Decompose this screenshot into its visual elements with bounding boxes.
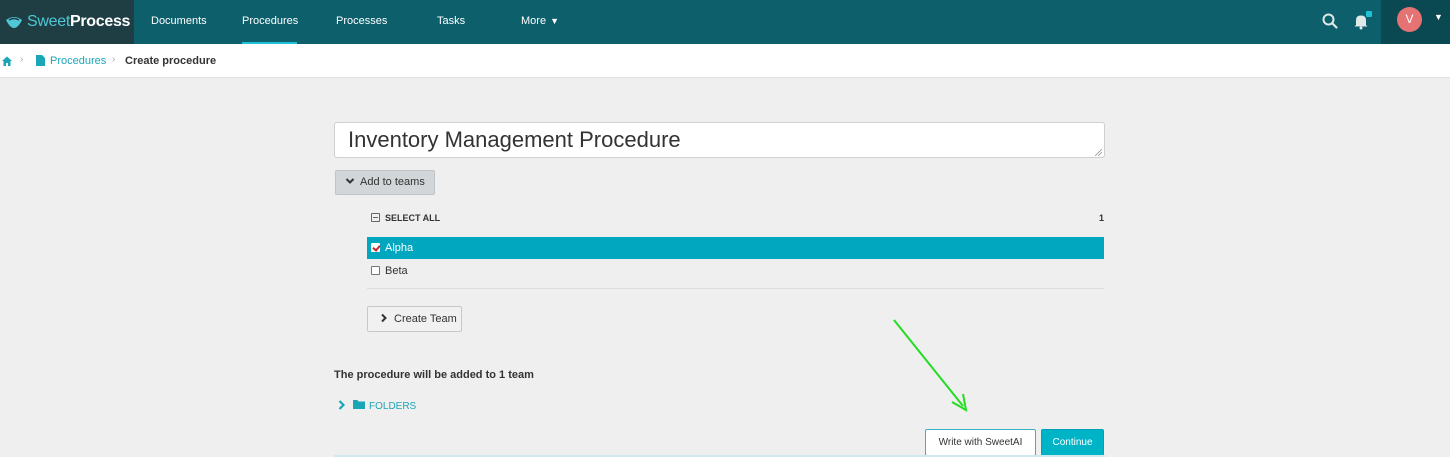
checkbox-icon[interactable] xyxy=(371,266,380,275)
chevron-right-icon xyxy=(338,400,346,410)
divider xyxy=(367,288,1104,289)
continue-button[interactable]: Continue xyxy=(1041,429,1104,456)
user-chevron-down-icon[interactable]: ▼ xyxy=(1434,12,1443,22)
create-team-label: Create Team xyxy=(394,313,457,325)
checkbox-checked-icon[interactable] xyxy=(371,243,380,252)
chevron-down-icon: ▼ xyxy=(550,16,559,26)
notification-badge xyxy=(1366,11,1372,17)
home-icon[interactable] xyxy=(1,55,13,67)
breadcrumb-separator: › xyxy=(112,54,116,65)
chevron-right-icon xyxy=(381,313,387,323)
team-row-alpha[interactable]: Alpha xyxy=(367,237,1104,259)
selected-count: 1 xyxy=(1099,213,1105,223)
breadcrumb-current: Create procedure xyxy=(125,55,217,67)
nav-procedures[interactable]: Procedures xyxy=(242,0,298,44)
select-all-label: SELECT ALL xyxy=(385,213,441,223)
add-to-teams-label: Add to teams xyxy=(360,176,425,188)
top-navigation-bar: SweetProcess Documents Procedures Proces… xyxy=(0,0,1450,44)
nav-more-label: More xyxy=(521,15,547,27)
minus-square-icon xyxy=(371,213,380,222)
folders-label: FOLDERS xyxy=(369,401,417,412)
folders-toggle[interactable]: FOLDERS xyxy=(337,400,416,412)
logo-text: SweetProcess xyxy=(27,13,131,30)
document-icon xyxy=(36,55,45,66)
team-name: Alpha xyxy=(385,242,414,254)
app-logo[interactable]: SweetProcess xyxy=(0,0,134,44)
search-icon[interactable] xyxy=(1321,12,1339,30)
select-all-toggle[interactable]: SELECT ALL xyxy=(371,213,440,223)
nav-more[interactable]: More ▼ xyxy=(521,0,559,44)
sweetprocess-logo-icon xyxy=(6,17,22,28)
resize-handle-icon[interactable] xyxy=(1095,149,1102,156)
procedure-title-input[interactable]: Inventory Management Procedure xyxy=(334,122,1105,158)
avatar[interactable]: V xyxy=(1397,7,1422,32)
nav-documents[interactable]: Documents xyxy=(151,0,207,44)
folder-icon xyxy=(353,400,365,409)
team-name: Beta xyxy=(385,265,408,277)
team-row-beta[interactable]: Beta xyxy=(367,260,1104,282)
breadcrumb: › Procedures › Create procedure xyxy=(0,44,1450,78)
add-to-teams-button[interactable]: Add to teams xyxy=(335,170,435,195)
nav-processes[interactable]: Processes xyxy=(336,0,387,44)
write-with-sweetai-button[interactable]: Write with SweetAI xyxy=(925,429,1036,456)
breadcrumb-separator: › xyxy=(20,54,24,65)
nav-tasks[interactable]: Tasks xyxy=(437,0,465,44)
chevron-down-icon xyxy=(345,178,355,184)
breadcrumb-procedures-link[interactable]: Procedures xyxy=(50,55,106,67)
create-team-button[interactable]: Create Team xyxy=(367,306,462,332)
team-count-note: The procedure will be added to 1 team xyxy=(334,369,534,381)
